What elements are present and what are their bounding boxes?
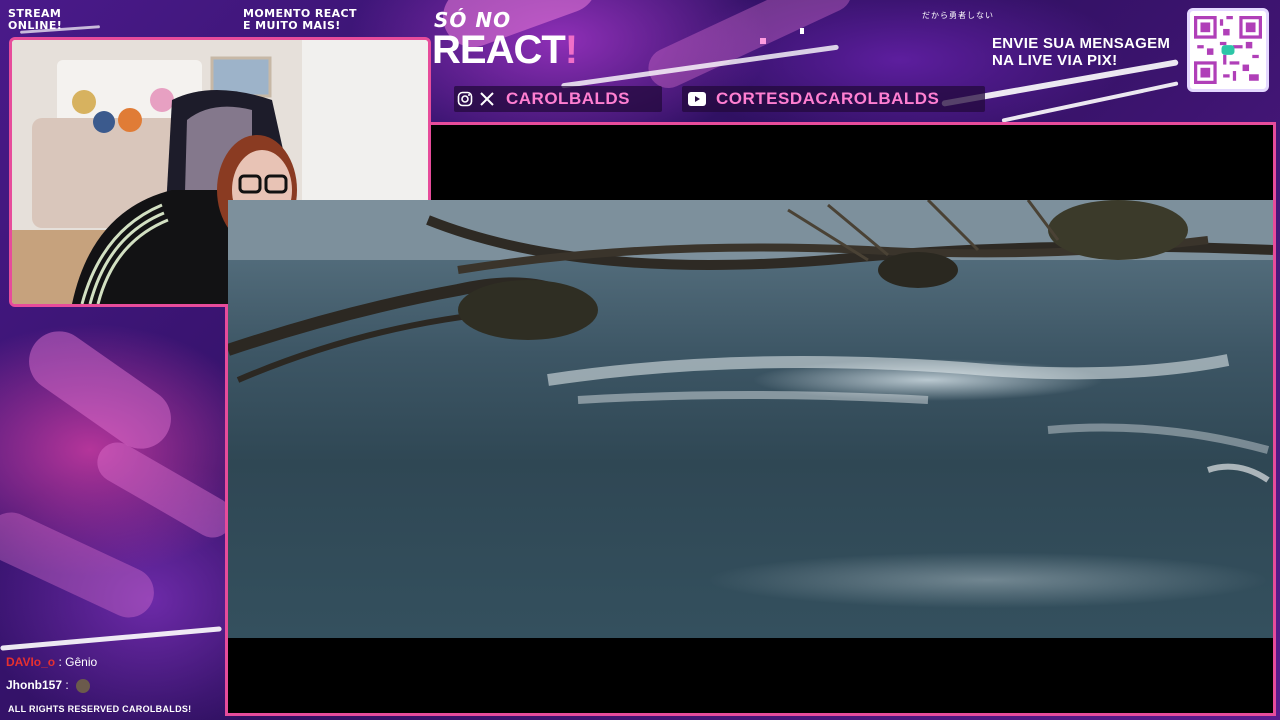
stream-status-line2: ONLINE!: [8, 19, 63, 32]
stream-status-label: STREAM ONLINE!: [8, 8, 62, 32]
video-content[interactable]: [228, 200, 1273, 638]
pix-line2: NA LIVE VIA PIX!: [992, 52, 1118, 69]
social-bar-cuts: CORTESDACAROLBALDS: [682, 86, 985, 112]
chat-username: DAVIo_o: [6, 655, 56, 669]
river-scene: [228, 200, 1273, 483]
moment-react-label: MOMENTO REACT E MUITO MAIS!: [243, 8, 357, 32]
social-handle-cuts: CORTESDACAROLBALDS: [716, 89, 940, 108]
youtube-icon: [686, 88, 708, 110]
chat-separator: :: [65, 678, 73, 692]
chat-message: Jhonb157 :: [6, 678, 91, 693]
social-bar-main: CAROLBALDS: [454, 86, 662, 112]
logo-title: REACT!: [432, 28, 578, 72]
chat-username: Jhonb157: [6, 678, 63, 692]
pixel-sparkle: [800, 28, 804, 34]
logo-title-text: REACT: [432, 28, 566, 72]
pix-message-label: ENVIE SUA MENSAGEM NA LIVE VIA PIX!: [992, 35, 1170, 69]
instagram-icon: [454, 88, 476, 110]
x-icon: [476, 88, 498, 110]
pix-line1: ENVIE SUA MENSAGEM: [992, 35, 1171, 52]
qr-code-icon: [1194, 16, 1262, 84]
logo-title-bang: !: [564, 28, 578, 72]
avatar-emote: [76, 678, 91, 693]
letterbox-top: [431, 125, 1273, 200]
letterbox-bottom: [228, 638, 1273, 713]
moment-line2: E MUITO MAIS!: [243, 19, 341, 32]
japanese-caption: だから勇者しない: [922, 11, 994, 20]
pix-qr-code[interactable]: [1187, 8, 1269, 92]
chat-text: Gênio: [65, 655, 98, 669]
pixel-sparkle: [760, 38, 766, 44]
chat-message: DAVIo_o : Gênio: [6, 655, 97, 669]
footer-copyright: ALL RIGHTS RESERVED CAROLBALDS!: [8, 704, 192, 714]
social-handle-main: CAROLBALDS: [506, 89, 630, 108]
